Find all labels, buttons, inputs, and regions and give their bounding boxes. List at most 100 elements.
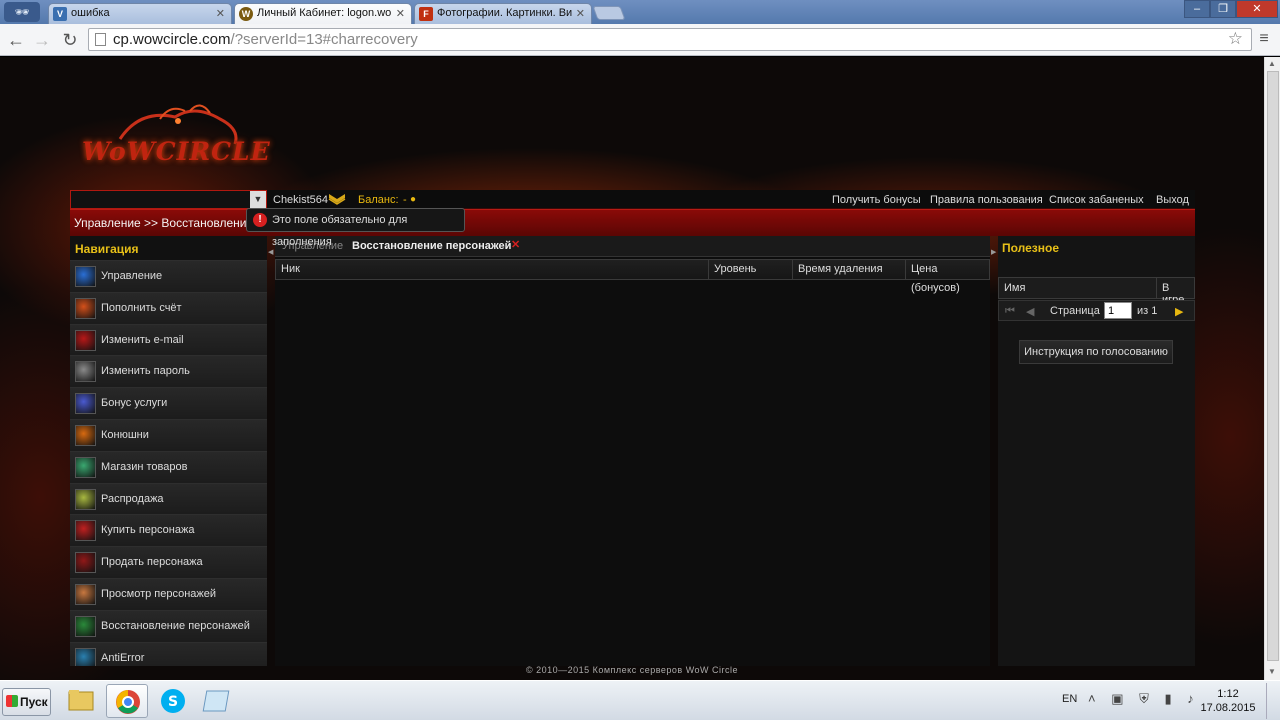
server-select[interactable]: ▼ bbox=[70, 190, 267, 209]
recovery-table-header: Ник Уровень Время удаления Цена (бонусов… bbox=[275, 259, 990, 294]
column-delete-time[interactable]: Время удаления bbox=[793, 260, 906, 279]
tab-cabinet[interactable]: W Личный Кабинет: logon.wo ✕ bbox=[234, 3, 412, 24]
nav-item[interactable]: AntiError bbox=[70, 641, 267, 666]
nav-item[interactable]: Изменить e-mail bbox=[70, 323, 267, 356]
browser-tab-strip: 🕶 V ошибка ✕ W Личный Кабинет: logon.wo … bbox=[0, 0, 1280, 24]
nav-item-icon bbox=[75, 520, 96, 542]
vote-instructions-button[interactable]: Инструкция по голосованию bbox=[1019, 340, 1173, 364]
nav-item-label: Распродажа bbox=[101, 492, 164, 505]
notepad-taskbar-icon[interactable] bbox=[198, 684, 240, 718]
windows-flag-icon bbox=[6, 695, 18, 707]
column-name[interactable]: Имя bbox=[1004, 282, 1025, 294]
screen: 🕶 V ошибка ✕ W Личный Кабинет: logon.wo … bbox=[0, 0, 1280, 720]
close-tab-icon[interactable]: ✕ bbox=[511, 238, 520, 251]
start-label: Пуск bbox=[20, 695, 48, 709]
close-icon[interactable]: ✕ bbox=[216, 7, 225, 20]
close-window-button[interactable]: ✕ bbox=[1236, 0, 1278, 18]
user-bar: ▼ Chekist564 Баланс: - ● Получить бонусы… bbox=[70, 190, 1195, 209]
nav-item[interactable]: Управление bbox=[70, 260, 267, 292]
system-tray-icons[interactable]: ˄ ▣ ⛨ ▮ ♪ bbox=[1088, 691, 1200, 707]
navigation-title: Навигация bbox=[70, 236, 267, 260]
nav-item-label: Просмотр персонажей bbox=[101, 587, 217, 600]
nav-item-label: Бонус услуги bbox=[101, 397, 168, 410]
show-desktop-button[interactable] bbox=[1266, 683, 1278, 719]
forward-arrow-icon[interactable]: → bbox=[30, 28, 54, 52]
validation-tooltip: ! Это поле обязательно для заполнения bbox=[246, 208, 465, 248]
page-icon bbox=[95, 33, 106, 46]
skype-taskbar-icon[interactable]: S bbox=[152, 684, 194, 718]
nav-item-label: Продать персонажа bbox=[101, 556, 203, 569]
nav-item-label: Управление bbox=[101, 270, 163, 282]
nav-item-icon bbox=[75, 583, 96, 605]
tab-error[interactable]: V ошибка ✕ bbox=[48, 3, 232, 24]
chevron-down-icon[interactable]: ▼ bbox=[250, 191, 266, 208]
banned-list-link[interactable]: Список забаненых bbox=[1049, 194, 1144, 206]
terms-link[interactable]: Правила пользования bbox=[930, 194, 1043, 206]
coin-icon: ● bbox=[410, 194, 417, 205]
bookmark-star-icon[interactable]: ☆ bbox=[1228, 28, 1243, 49]
error-icon: ! bbox=[253, 213, 267, 227]
pager: ⏮ ◀ Страница из 1 ▶ bbox=[998, 300, 1195, 321]
scroll-up-icon[interactable]: ▲ bbox=[1268, 59, 1276, 68]
nav-item[interactable]: Бонус услуги bbox=[70, 387, 267, 419]
tab-favicon-icon: V bbox=[53, 7, 67, 21]
start-button[interactable]: Пуск bbox=[2, 688, 51, 716]
new-tab-button[interactable] bbox=[592, 6, 626, 20]
page-number-input[interactable] bbox=[1104, 302, 1132, 319]
column-price[interactable]: Цена (бонусов) bbox=[906, 260, 989, 294]
page-scrollbar[interactable]: ▲ ▼ bbox=[1264, 57, 1280, 680]
nav-item-icon bbox=[75, 647, 96, 666]
nav-item-label: Восстановление персонажей bbox=[101, 619, 250, 632]
chrome-taskbar-icon[interactable] bbox=[106, 684, 148, 718]
scroll-down-icon[interactable]: ▼ bbox=[1268, 667, 1276, 676]
nav-item-label: Пополнить счёт bbox=[101, 301, 182, 314]
main-panel: Управление Восстановление персонажей ✕ Н… bbox=[275, 236, 990, 666]
nav-item[interactable]: Изменить пароль bbox=[70, 355, 267, 388]
tab-character-recovery[interactable]: Восстановление персонажей bbox=[352, 240, 511, 252]
nav-item-label: Изменить пароль bbox=[101, 365, 190, 378]
nav-item[interactable]: Пополнить счёт bbox=[70, 291, 267, 324]
nav-item[interactable]: Магазин товаров bbox=[70, 450, 267, 483]
scrollbar-thumb[interactable] bbox=[1267, 71, 1279, 661]
prev-page-icon[interactable]: ◀ bbox=[1026, 305, 1034, 318]
nav-item-icon bbox=[75, 615, 96, 637]
site-logo[interactable]: WoWCIRCLE bbox=[82, 137, 271, 166]
close-icon[interactable]: ✕ bbox=[396, 7, 405, 20]
maximize-button[interactable]: ❐ bbox=[1210, 0, 1236, 18]
column-in-game[interactable]: В игре bbox=[1156, 278, 1194, 306]
rank-chevron-icon bbox=[328, 194, 346, 205]
page-total: из 1 bbox=[1137, 305, 1158, 317]
nav-item[interactable]: Продать персонажа bbox=[70, 546, 267, 578]
language-indicator[interactable]: EN bbox=[1062, 693, 1077, 705]
nav-item[interactable]: Купить персонажа bbox=[70, 514, 267, 547]
taskbar: Пуск S EN ˄ ▣ ⛨ ▮ ♪ 1:12 17.08.2015 bbox=[0, 680, 1280, 720]
nav-item-label: Магазин товаров bbox=[101, 460, 188, 473]
nav-item[interactable]: Распродажа bbox=[70, 482, 267, 515]
url-path: /?serverId=13#charrecovery bbox=[230, 31, 418, 48]
useful-title: Полезное bbox=[1002, 241, 1060, 255]
column-level[interactable]: Уровень bbox=[709, 260, 793, 279]
username: Chekist564 bbox=[273, 194, 329, 206]
column-nick[interactable]: Ник bbox=[276, 260, 709, 279]
reload-icon[interactable]: ↻ bbox=[58, 28, 82, 52]
online-table-header: Имя В игре bbox=[998, 277, 1195, 306]
nav-item[interactable]: Просмотр персонажей bbox=[70, 577, 267, 610]
browser-menu-icon[interactable]: ≡ bbox=[1255, 30, 1273, 50]
tab-photos[interactable]: F Фотографии. Картинки. Ви ✕ bbox=[414, 3, 592, 24]
close-icon[interactable]: ✕ bbox=[576, 7, 585, 20]
get-bonuses-link[interactable]: Получить бонусы bbox=[832, 194, 921, 206]
tab-title: Личный Кабинет: logon.wo bbox=[257, 7, 392, 19]
nav-item[interactable]: Восстановление персонажей bbox=[70, 609, 267, 642]
logout-link[interactable]: Выход bbox=[1156, 194, 1189, 206]
first-page-icon[interactable]: ⏮ bbox=[1005, 305, 1015, 318]
explorer-taskbar-icon[interactable] bbox=[60, 684, 102, 718]
back-arrow-icon[interactable]: ← bbox=[4, 28, 28, 52]
nav-item-icon bbox=[75, 393, 96, 415]
minimize-button[interactable]: – bbox=[1184, 0, 1210, 18]
next-page-icon[interactable]: ▶ bbox=[1175, 305, 1183, 318]
collapse-right-icon[interactable]: ▶ bbox=[991, 248, 997, 268]
clock[interactable]: 1:12 17.08.2015 bbox=[1196, 687, 1260, 715]
breadcrumb: Управление >> Восстановление bbox=[74, 216, 254, 230]
nav-item[interactable]: Конюшни bbox=[70, 418, 267, 451]
address-bar[interactable]: cp.wowcircle.com/?serverId=13#charrecove… bbox=[88, 28, 1252, 51]
